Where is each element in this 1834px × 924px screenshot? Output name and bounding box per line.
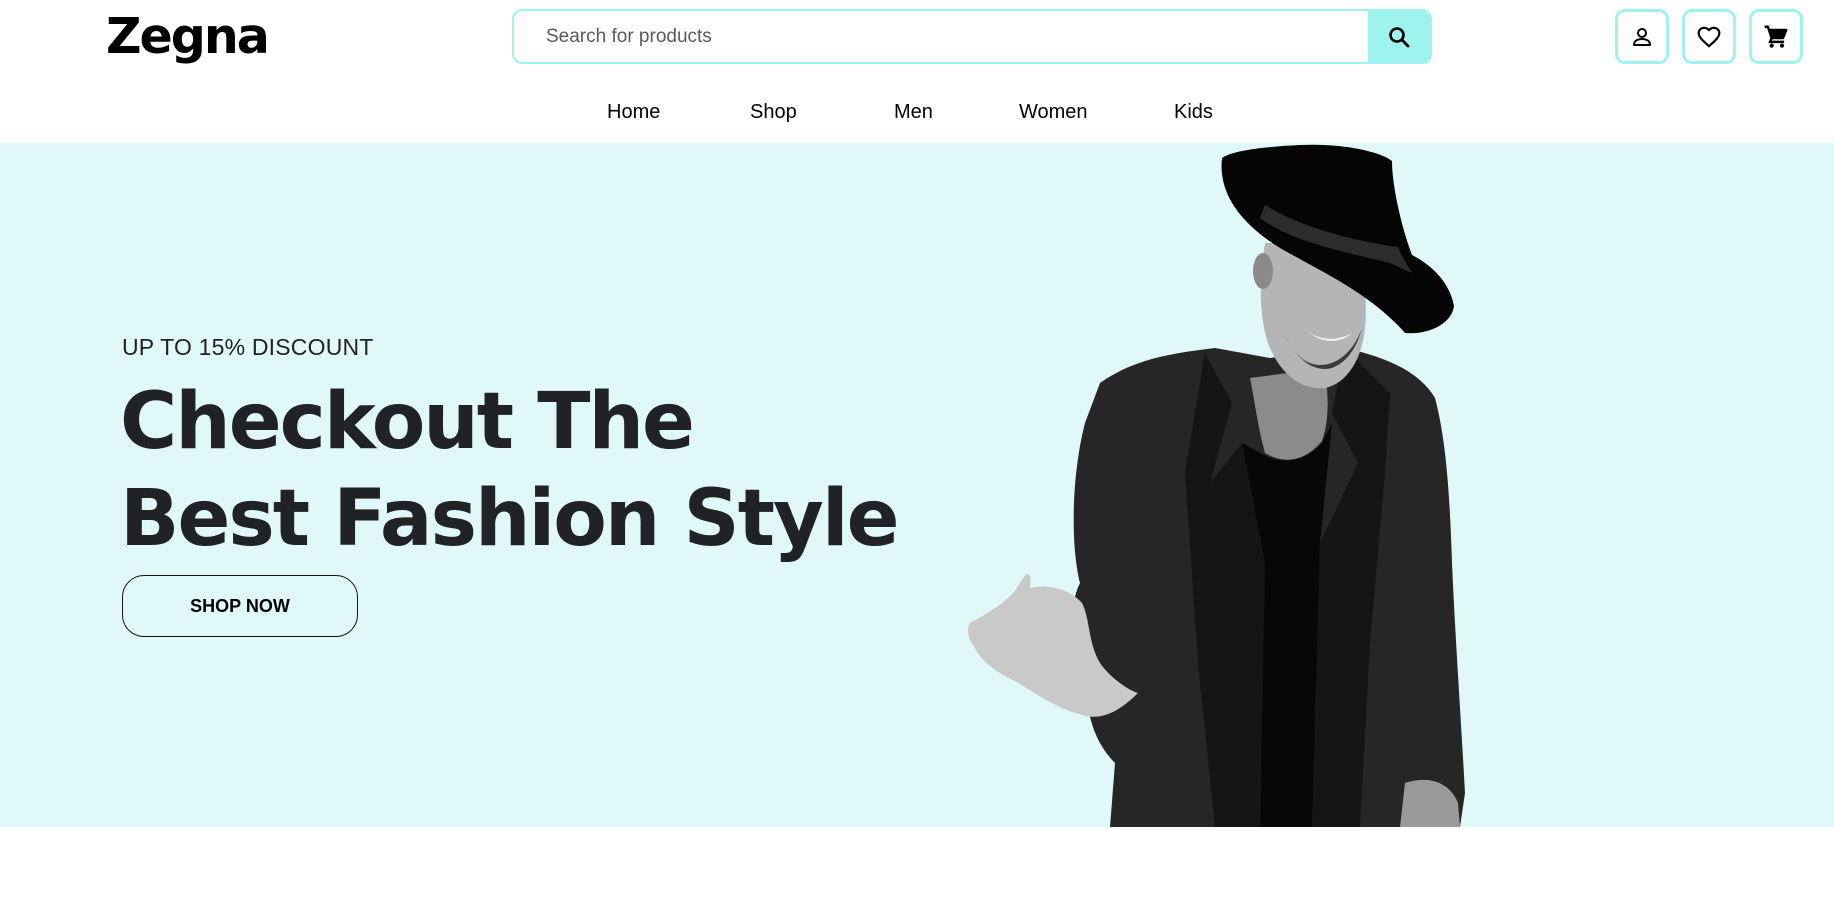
account-button[interactable] [1615,9,1669,64]
hero-title: Checkout The Best Fashion Style [120,374,899,568]
search-input[interactable] [514,11,1368,62]
hero-subtitle: UP TO 15% DISCOUNT [122,334,374,360]
hero-banner: UP TO 15% DISCOUNT Checkout The Best Fas… [0,143,1834,827]
search-button[interactable] [1368,11,1430,62]
shop-now-button[interactable]: SHOP NOW [122,575,358,637]
cart-icon [1764,25,1788,48]
hero-title-line-2: Best Fashion Style [120,474,899,564]
page: Zegna Home Shop Men W [0,0,1834,924]
heart-icon [1697,26,1721,48]
search-bar [512,9,1432,64]
nav-item-shop[interactable]: Shop [750,101,797,124]
hero-title-line-1: Checkout The [120,377,695,467]
cart-button[interactable] [1749,9,1803,64]
nav-item-women[interactable]: Women [1019,101,1088,124]
search-icon [1389,26,1410,47]
nav-item-home[interactable]: Home [607,101,660,124]
nav-item-kids[interactable]: Kids [1174,101,1213,124]
wishlist-button[interactable] [1682,9,1736,64]
user-icon [1633,27,1651,46]
logo[interactable]: Zegna [106,12,270,61]
hero-model-image [967,144,1465,827]
nav-item-men[interactable]: Men [894,101,933,124]
